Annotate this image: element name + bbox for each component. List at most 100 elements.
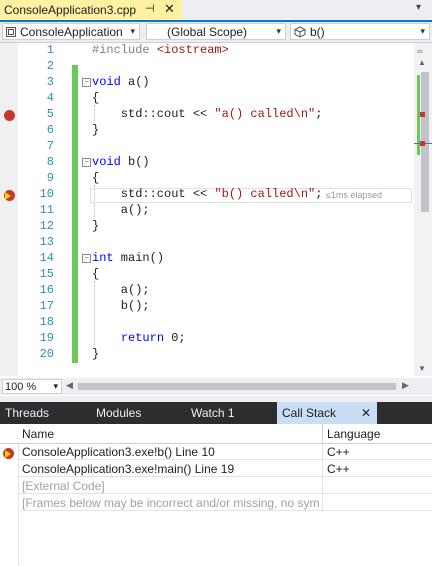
frame-name: [Frames below may be incorrect and/or mi… <box>22 496 320 510</box>
collapse-icon[interactable]: − <box>82 254 91 263</box>
tab-call-stack[interactable]: Call Stack ✕ <box>277 402 377 424</box>
column-divider[interactable] <box>322 424 323 443</box>
code-text: a() <box>120 75 150 89</box>
horizontal-scroll-thumb[interactable] <box>78 383 396 390</box>
code-line-11: a(); <box>92 203 150 217</box>
collapse-icon[interactable]: − <box>82 158 91 167</box>
code-line-14: int main() <box>92 251 164 265</box>
code-line-17: b(); <box>92 299 150 313</box>
tab-threads[interactable]: Threads <box>5 402 49 424</box>
close-icon[interactable]: ✕ <box>361 402 371 424</box>
line-number: 11 <box>39 203 54 217</box>
document-tab[interactable]: ConsoleApplication3.cpp ⊣ ✕ <box>0 0 182 20</box>
table-row[interactable]: [Frames below may be incorrect and/or mi… <box>0 495 432 511</box>
member-combo[interactable]: b() ▾ <box>290 23 430 40</box>
code-line-19: return 0; <box>92 331 186 345</box>
scope-combo-value: (Global Scope) <box>167 24 248 39</box>
frame-language: C++ <box>327 462 350 476</box>
document-tab-strip: ConsoleApplication3.cpp ⊣ ✕ ▾ <box>0 0 432 22</box>
line-number: 17 <box>39 299 54 313</box>
navigation-bar: ConsoleApplication ▾ (Global Scope) ▾ b(… <box>0 22 432 43</box>
zoom-combo[interactable]: 100 % ▾ <box>2 379 62 394</box>
call-stack-window: Name Language ConsoleApplication3.exe!b(… <box>0 424 432 566</box>
frame-language: C++ <box>327 445 350 459</box>
line-number: 12 <box>39 219 54 233</box>
line-number: 20 <box>39 347 54 361</box>
column-divider <box>322 444 323 460</box>
frame-name: ConsoleApplication3.exe!b() Line 10 <box>22 445 215 459</box>
line-number: 10 <box>39 187 54 201</box>
column-header-language[interactable]: Language <box>327 427 380 441</box>
document-tab-title: ConsoleApplication3.cpp <box>4 3 137 17</box>
scroll-up-icon[interactable]: ▲ <box>418 58 426 67</box>
keyword: return <box>120 331 165 345</box>
code-text: std::cout << <box>92 107 215 121</box>
include-path: <iostream> <box>156 43 229 57</box>
tab-call-stack-label: Call Stack <box>282 406 337 420</box>
code-text: ; <box>315 107 323 121</box>
current-statement-arrow-icon <box>5 192 11 200</box>
line-number: 3 <box>46 75 54 89</box>
collapse-icon[interactable]: − <box>82 78 91 87</box>
column-header-name[interactable]: Name <box>22 427 54 441</box>
code-text: b() <box>120 155 150 169</box>
split-view-icon[interactable]: ═ <box>417 47 423 56</box>
keyword: int <box>92 251 114 265</box>
line-number: 14 <box>39 251 54 265</box>
scroll-down-icon[interactable]: ▼ <box>418 364 426 373</box>
breakpoint-map-marker <box>420 141 425 146</box>
project-icon <box>6 26 16 37</box>
line-number: 15 <box>39 267 54 281</box>
chevron-down-icon: ▾ <box>130 26 135 36</box>
row-divider <box>18 510 432 511</box>
code-text: 0; <box>164 331 186 345</box>
chevron-down-icon: ▾ <box>276 26 281 36</box>
code-line-6: } <box>92 123 100 137</box>
project-combo[interactable]: ConsoleApplication ▾ <box>2 23 140 40</box>
chevron-down-icon: ▾ <box>420 26 425 36</box>
keyword: void <box>92 75 121 89</box>
string-literal: "b() called\n" <box>214 187 316 201</box>
scope-combo[interactable]: (Global Scope) ▾ <box>146 23 286 40</box>
column-divider <box>322 461 323 477</box>
chevron-down-icon: ▾ <box>53 381 58 391</box>
tab-modules[interactable]: Modules <box>96 402 141 424</box>
pin-tab-icon[interactable]: ⊣ <box>145 2 155 15</box>
preprocessor: #include <box>92 43 157 57</box>
line-number: 5 <box>46 107 54 121</box>
glyph-margin[interactable] <box>0 43 18 376</box>
member-combo-value: b() <box>310 24 325 39</box>
table-row[interactable]: [External Code] <box>0 478 432 494</box>
code-text: std::cout << <box>92 187 215 201</box>
close-tab-icon[interactable]: ✕ <box>164 1 175 17</box>
column-divider <box>322 495 323 511</box>
table-row[interactable]: ConsoleApplication3.exe!main() Line 19 C… <box>0 461 432 477</box>
scroll-left-icon[interactable]: ◀ <box>66 380 73 391</box>
line-number: 9 <box>46 171 54 185</box>
project-combo-value: ConsoleApplication <box>20 24 123 39</box>
code-line-12: } <box>92 219 100 233</box>
code-line-1: #include <iostream> <box>92 43 229 57</box>
cube-icon <box>294 25 306 38</box>
line-number: 7 <box>46 139 54 153</box>
perf-tip[interactable]: ≤1ms elapsed <box>326 190 382 200</box>
tab-list-dropdown-icon[interactable]: ▾ <box>416 2 421 13</box>
code-line-15: { <box>92 267 100 281</box>
line-number: 8 <box>46 155 54 169</box>
change-tracking-bar <box>72 65 78 363</box>
line-number: 19 <box>39 331 54 345</box>
table-row[interactable]: ConsoleApplication3.exe!b() Line 10 C++ <box>0 444 432 460</box>
scroll-right-icon[interactable]: ▶ <box>402 380 409 391</box>
row-divider <box>18 476 432 477</box>
tab-watch-1[interactable]: Watch 1 <box>191 402 235 424</box>
line-number: 4 <box>46 91 54 105</box>
code-line-16: a(); <box>92 283 150 297</box>
code-text: ; <box>315 187 323 201</box>
row-divider <box>18 459 432 460</box>
code-editor[interactable]: 1 2 3 4 5 6 7 8 9 10 11 12 13 14 15 16 17 18 19 20 − − − #i… <box>0 43 432 376</box>
column-divider <box>322 478 323 494</box>
breakpoint-map-marker <box>420 112 425 117</box>
breakpoint-icon[interactable] <box>4 110 15 121</box>
row-divider <box>18 493 432 494</box>
